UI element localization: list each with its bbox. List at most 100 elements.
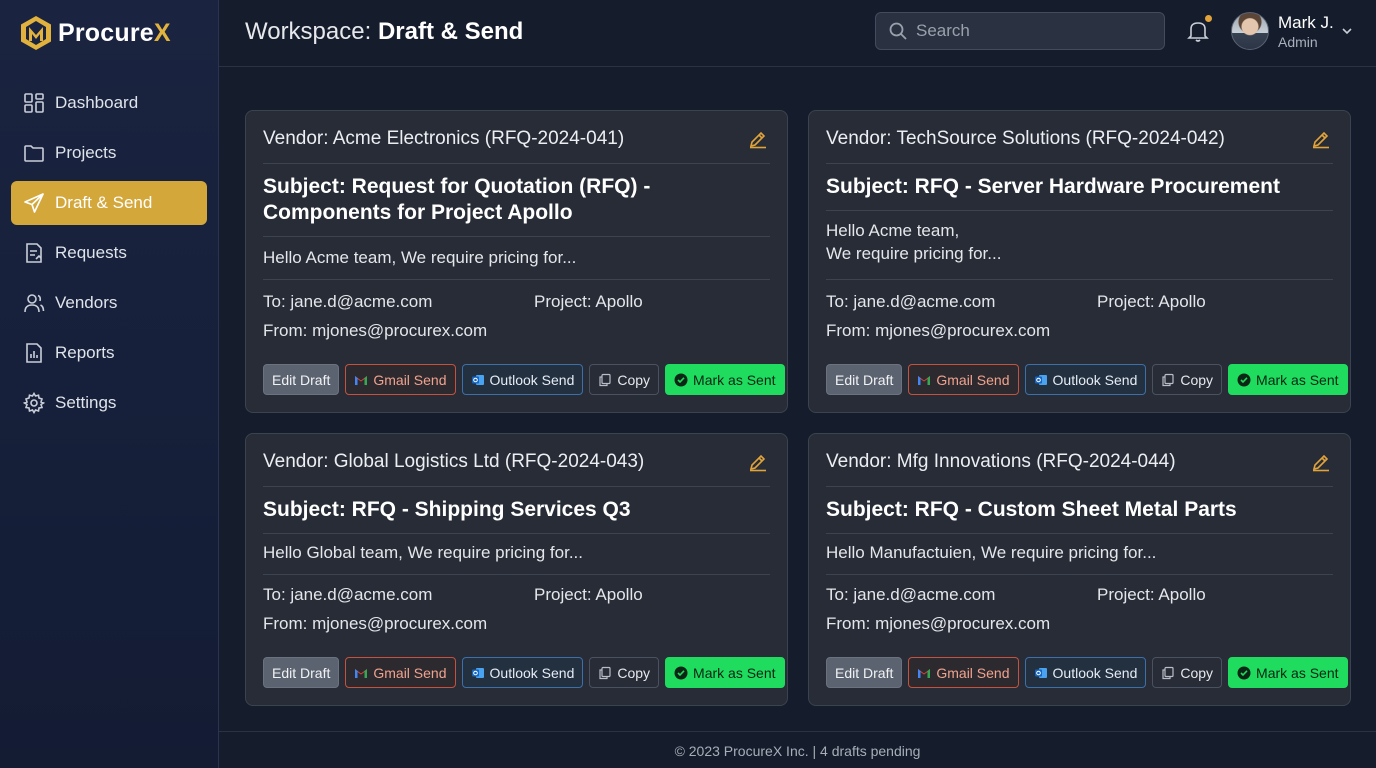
outlook-send-button[interactable]: Outlook Send: [461, 364, 584, 395]
project-name: Project: Apollo: [1097, 585, 1206, 604]
sidebar-item-vendors[interactable]: Vendors: [11, 281, 207, 325]
edit-icon[interactable]: [1311, 129, 1331, 149]
edit-draft-button[interactable]: Edit Draft: [826, 364, 903, 395]
copy-button[interactable]: Copy: [1152, 364, 1223, 395]
vendor-name: Vendor: TechSource Solutions (RFQ-2024-0…: [826, 128, 1225, 149]
card-header: Vendor: TechSource Solutions (RFQ-2024-0…: [826, 128, 1333, 164]
mark-as-sent-button[interactable]: Mark as Sent: [665, 657, 785, 688]
outlook-send-button[interactable]: Outlook Send: [1024, 657, 1147, 688]
search-input[interactable]: [916, 21, 1146, 41]
email-to: To: jane.d@acme.com: [826, 292, 996, 311]
draft-card: Vendor: TechSource Solutions (RFQ-2024-0…: [808, 110, 1351, 413]
sidebar-item-dashboard[interactable]: Dashboard: [11, 81, 207, 125]
copy-icon: [1162, 666, 1174, 679]
sidebar-item-label: Settings: [55, 393, 117, 412]
copy-icon: [599, 373, 611, 386]
top-header: Workspace: Draft & Send Mark J. Admin: [219, 0, 1376, 67]
card-header: Vendor: Acme Electronics (RFQ-2024-041): [263, 128, 770, 164]
email-meta: To: jane.d@acme.com Project: Apollo From:…: [826, 292, 1333, 350]
gmail-send-button[interactable]: Gmail Send: [908, 364, 1019, 395]
gmail-icon: [918, 375, 931, 385]
gmail-send-button[interactable]: Gmail Send: [345, 657, 456, 688]
chevron-down-icon[interactable]: [1340, 24, 1354, 38]
edit-icon[interactable]: [1311, 452, 1331, 472]
email-preview: Hello Global team, We require pricing fo…: [263, 541, 770, 575]
copy-icon: [599, 666, 611, 679]
sidebar-item-projects[interactable]: Projects: [11, 131, 207, 175]
requests-icon: [26, 243, 42, 263]
notifications-button[interactable]: [1186, 15, 1212, 44]
card-actions: Edit Draft Gmail Send Outlook Send Copy …: [826, 364, 1348, 395]
email-subject: Subject: RFQ - Shipping Services Q3: [263, 497, 770, 534]
page-title: Workspace: Draft & Send: [245, 18, 524, 45]
email-from: From: mjones@procurex.com: [826, 321, 1051, 340]
logo-icon: [21, 16, 51, 50]
check-circle-icon: [674, 666, 688, 679]
project-name: Project: Apollo: [534, 585, 643, 604]
copy-icon: [1162, 373, 1174, 386]
outlook-send-button[interactable]: Outlook Send: [461, 657, 584, 688]
avatar[interactable]: [1231, 12, 1269, 50]
email-to: To: jane.d@acme.com: [263, 292, 433, 311]
send-icon: [24, 193, 44, 213]
project-name: Project: Apollo: [534, 292, 643, 311]
mark-as-sent-button[interactable]: Mark as Sent: [1228, 657, 1348, 688]
gmail-send-button[interactable]: Gmail Send: [345, 364, 456, 395]
draft-card: Vendor: Global Logistics Ltd (RFQ-2024-0…: [245, 433, 788, 706]
copy-button[interactable]: Copy: [589, 364, 660, 395]
notification-dot: [1205, 15, 1212, 22]
sidebar-item-settings[interactable]: Settings: [11, 381, 207, 425]
copy-button[interactable]: Copy: [1152, 657, 1223, 688]
sidebar: ProcureX Dashboard Projects Draft & Send: [0, 0, 219, 768]
reports-icon: [26, 343, 42, 363]
outlook-icon: [471, 374, 484, 385]
sidebar-item-label: Requests: [55, 243, 127, 262]
email-preview: Hello Manufactuien, We require pricing f…: [826, 541, 1333, 575]
outlook-icon: [1034, 667, 1047, 678]
email-subject: Subject: Request for Quotation (RFQ) - C…: [263, 174, 770, 237]
sidebar-item-draft-send[interactable]: Draft & Send: [11, 181, 207, 225]
footer-text: © 2023 ProcureX Inc. | 4 drafts pending: [674, 743, 921, 759]
sidebar-item-label: Projects: [55, 143, 117, 162]
email-from: From: mjones@procurex.com: [826, 614, 1051, 633]
copy-button[interactable]: Copy: [589, 657, 660, 688]
draft-card: Vendor: Mfg Innovations (RFQ-2024-044) S…: [808, 433, 1351, 706]
sidebar-item-label: Reports: [55, 343, 115, 362]
edit-icon[interactable]: [748, 129, 768, 149]
mark-as-sent-button[interactable]: Mark as Sent: [1228, 364, 1348, 395]
edit-draft-button[interactable]: Edit Draft: [263, 657, 340, 688]
outlook-send-button[interactable]: Outlook Send: [1024, 364, 1147, 395]
card-actions: Edit Draft Gmail Send Outlook Send Copy …: [826, 657, 1348, 688]
sidebar-item-requests[interactable]: Requests: [11, 231, 207, 275]
email-subject: Subject: RFQ - Custom Sheet Metal Parts: [826, 497, 1333, 534]
gmail-icon: [918, 668, 931, 678]
bell-icon: [1187, 22, 1209, 42]
gmail-icon: [355, 375, 368, 385]
gmail-send-button[interactable]: Gmail Send: [908, 657, 1019, 688]
user-name[interactable]: Mark J.: [1278, 13, 1334, 33]
card-actions: Edit Draft Gmail Send Outlook Send Copy …: [263, 364, 785, 395]
vendor-name: Vendor: Global Logistics Ltd (RFQ-2024-0…: [263, 451, 645, 472]
sidebar-item-label: Vendors: [55, 293, 118, 312]
edit-draft-button[interactable]: Edit Draft: [826, 657, 903, 688]
search-icon: [889, 22, 907, 40]
edit-draft-button[interactable]: Edit Draft: [263, 364, 340, 395]
sidebar-nav: Dashboard Projects Draft & Send Requests…: [11, 81, 207, 431]
email-preview: Hello Acme team, We require pricing for.…: [826, 219, 1333, 280]
sidebar-item-reports[interactable]: Reports: [11, 331, 207, 375]
email-meta: To: jane.d@acme.com Project: Apollo From:…: [263, 585, 770, 643]
mark-as-sent-button[interactable]: Mark as Sent: [665, 364, 785, 395]
outlook-icon: [1034, 374, 1047, 385]
email-meta: To: jane.d@acme.com Project: Apollo From:…: [263, 292, 770, 350]
users-icon: [24, 294, 45, 313]
email-to: To: jane.d@acme.com: [263, 585, 433, 604]
project-name: Project: Apollo: [1097, 292, 1206, 311]
sidebar-item-label: Dashboard: [55, 93, 139, 112]
edit-icon[interactable]: [748, 452, 768, 472]
search-box[interactable]: [875, 12, 1165, 50]
card-actions: Edit Draft Gmail Send Outlook Send Copy …: [263, 657, 785, 688]
logo[interactable]: ProcureX: [20, 14, 171, 52]
vendor-name: Vendor: Acme Electronics (RFQ-2024-041): [263, 128, 625, 149]
email-preview-line: Hello Acme team,: [826, 221, 960, 240]
logo-text: ProcureX: [58, 18, 171, 47]
